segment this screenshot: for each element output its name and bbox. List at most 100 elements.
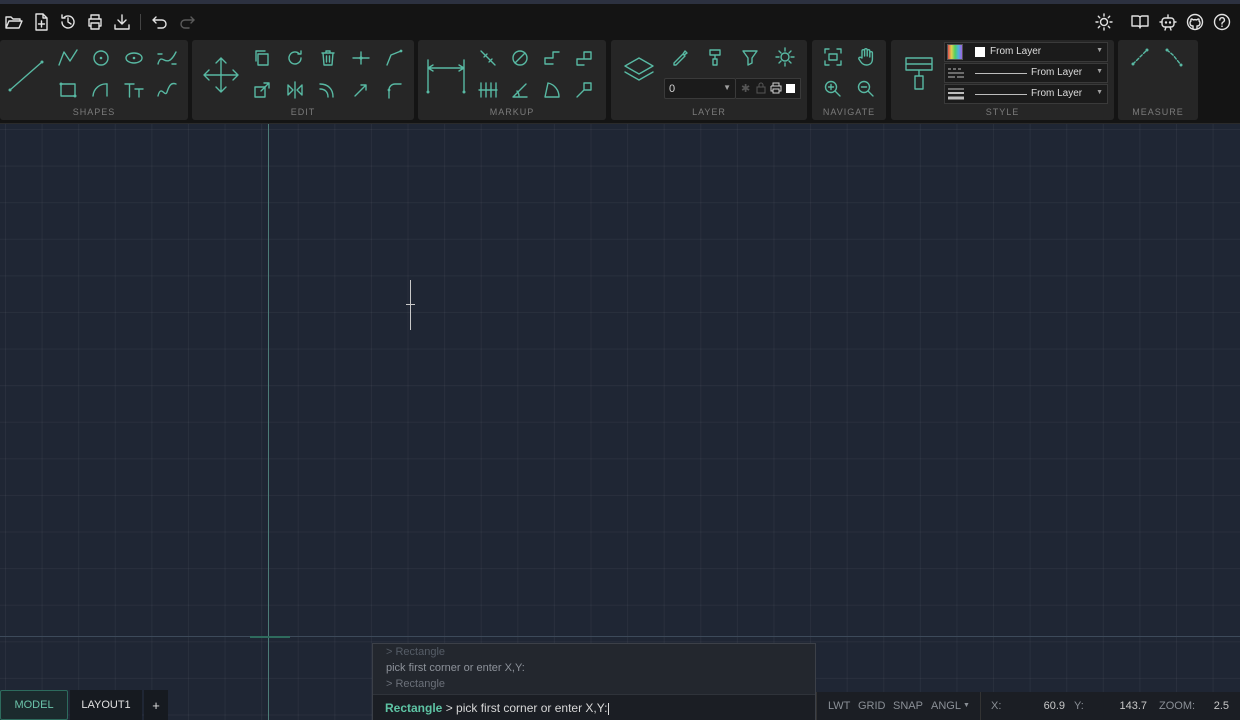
linetype-icon (947, 66, 965, 80)
measure-angle-icon[interactable] (1161, 44, 1187, 70)
command-input[interactable]: Rectangle > pick first corner or enter X… (373, 694, 815, 720)
snap-toggle[interactable]: SNAP (893, 700, 923, 712)
layers-icon[interactable] (623, 54, 655, 86)
arc-tool-icon[interactable] (88, 77, 114, 103)
help-icon[interactable] (1211, 11, 1233, 33)
zoom-in-icon[interactable] (820, 76, 846, 102)
y-axis-line (268, 124, 269, 720)
leader-icon[interactable] (571, 77, 597, 103)
grid-toggle[interactable]: GRID (858, 700, 886, 712)
command-prompt: > pick first corner or enter X,Y: (442, 701, 608, 715)
layer-color-swatch[interactable] (786, 84, 795, 93)
markup-panel-label: MARKUP (489, 107, 535, 117)
layer-paint-icon[interactable] (702, 44, 728, 70)
text-caret (608, 702, 610, 715)
chevron-down-icon: ▼ (723, 83, 731, 92)
plot-icon[interactable] (770, 82, 782, 94)
arc-length-dimension-icon[interactable] (539, 77, 565, 103)
tab-model[interactable]: MODEL (0, 690, 68, 720)
paint-brush-icon[interactable] (903, 54, 935, 92)
history-icon[interactable] (57, 11, 79, 33)
fillet-tool-icon[interactable] (381, 77, 407, 103)
layer-panel-label: LAYER (692, 107, 726, 117)
radius-dimension-icon[interactable] (539, 45, 565, 71)
zoom-extents-icon[interactable] (820, 44, 846, 70)
color-select[interactable]: From Layer ▼ (944, 42, 1108, 62)
theme-sun-icon[interactable] (1093, 11, 1115, 33)
y-label: Y: (1074, 700, 1084, 712)
copy-tool-icon[interactable] (249, 45, 275, 71)
tab-layout1[interactable]: LAYOUT1 (70, 690, 142, 720)
shapes-panel: SHAPES (0, 40, 188, 120)
ai-assistant-icon[interactable] (1157, 11, 1179, 33)
filter-icon[interactable] (737, 44, 763, 70)
command-history-line: pick first corner or enter X,Y: (386, 662, 525, 674)
freeze-icon[interactable]: ✱ (741, 82, 750, 95)
style-panel-label: STYLE (985, 107, 1020, 117)
navigate-panel-label: NAVIGATE (822, 107, 876, 117)
drawing-canvas[interactable] (0, 124, 1240, 720)
redo-icon[interactable] (176, 11, 198, 33)
x-axis-line (0, 636, 1240, 637)
layer-panel: 0 ▼ ✱ LAYER (611, 40, 807, 120)
linear-dimension-icon[interactable] (424, 54, 468, 98)
color-wheel-icon (947, 44, 963, 60)
shapes-panel-label: SHAPES (72, 107, 116, 117)
layer-match-icon[interactable] (667, 44, 693, 70)
layer-select[interactable]: 0 ▼ (664, 78, 736, 99)
ellipse-tool-icon[interactable] (121, 45, 147, 71)
crosshair-cursor (410, 280, 411, 330)
chevron-down-icon: ▼ (1096, 89, 1103, 96)
navigate-panel: NAVIGATE (812, 40, 886, 120)
layer-light-icon[interactable] (772, 44, 798, 70)
lineweight-select[interactable]: From Layer ▼ (944, 84, 1108, 104)
origin-marker (250, 636, 290, 638)
rotate-tool-icon[interactable] (282, 45, 308, 71)
angle-snap-toggle[interactable]: ANGL (931, 700, 961, 712)
status-divider (980, 692, 981, 720)
crosshair-cursor-horizontal (406, 304, 415, 305)
chevron-down-icon[interactable]: ▼ (963, 702, 970, 709)
chevron-down-icon: ▼ (1096, 47, 1103, 54)
undo-icon[interactable] (149, 11, 171, 33)
new-file-icon[interactable] (30, 11, 52, 33)
download-icon[interactable] (111, 11, 133, 33)
trim-tool-icon[interactable] (348, 45, 374, 71)
open-folder-icon[interactable] (3, 11, 25, 33)
line-tool-icon[interactable] (6, 56, 46, 96)
lineweight-select-value: From Layer (1031, 88, 1083, 99)
lock-icon[interactable] (756, 82, 766, 94)
extend-tool-icon[interactable] (381, 45, 407, 71)
mirror-tool-icon[interactable] (282, 77, 308, 103)
delete-tool-icon[interactable] (315, 45, 341, 71)
style-panel: From Layer ▼ From Layer ▼ From Layer ▼ S… (891, 40, 1114, 120)
spline-tool-icon[interactable] (154, 45, 180, 71)
print-icon[interactable] (84, 11, 106, 33)
diameter-dimension-icon[interactable] (507, 45, 533, 71)
pan-hand-icon[interactable] (853, 44, 879, 70)
ordinate-dimension-icon[interactable] (571, 45, 597, 71)
quick-access-bar (0, 0, 1240, 40)
zoom-out-icon[interactable] (853, 76, 879, 102)
lineweight-toggle[interactable]: LWT (828, 700, 850, 712)
curve-tool-icon[interactable] (154, 77, 180, 103)
angular-dimension-icon[interactable] (507, 77, 533, 103)
circle-tool-icon[interactable] (88, 45, 114, 71)
aligned-dimension-icon[interactable] (475, 45, 501, 71)
rectangle-tool-icon[interactable] (55, 77, 81, 103)
text-tool-icon[interactable] (121, 77, 147, 103)
status-bar: LWT GRID SNAP ANGL ▼ X: 60.9 Y: 143.7 ZO… (816, 692, 1240, 720)
add-layout-button[interactable]: + (144, 690, 168, 720)
offset-tool-icon[interactable] (315, 77, 341, 103)
polyline-tool-icon[interactable] (55, 45, 81, 71)
linetype-select[interactable]: From Layer ▼ (944, 63, 1108, 83)
baseline-dimension-icon[interactable] (475, 77, 501, 103)
measure-distance-icon[interactable] (1127, 44, 1153, 70)
move-tool-icon[interactable] (200, 54, 242, 96)
ribbon: SHAPES EDIT MARKUP 0 ▼ ✱ LAYER NAVIGATE … (0, 40, 1240, 124)
explode-tool-icon[interactable] (348, 77, 374, 103)
docs-book-icon[interactable] (1129, 11, 1151, 33)
command-keyword: Rectangle (385, 701, 443, 715)
github-icon[interactable] (1184, 11, 1206, 33)
scale-tool-icon[interactable] (249, 77, 275, 103)
